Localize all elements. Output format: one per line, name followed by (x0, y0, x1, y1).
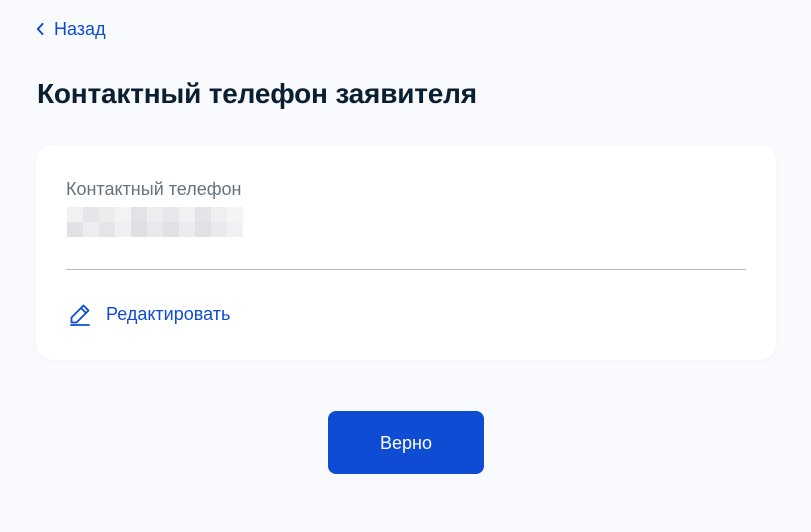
pencil-icon (70, 304, 90, 326)
edit-button-label: Редактировать (106, 304, 231, 324)
field-divider (66, 269, 746, 270)
phone-field-label: Контактный телефон (66, 179, 242, 199)
back-link-label: Назад (54, 19, 106, 39)
masked-phone-value (67, 207, 243, 237)
page-title: Контактный телефон заявителя (37, 78, 477, 109)
edit-button[interactable]: Редактировать (68, 302, 230, 326)
contact-phone-card: Контактный телефон Редактировать (36, 145, 776, 360)
chevron-left-icon (36, 23, 44, 35)
confirm-button[interactable]: Верно (328, 411, 484, 474)
back-link[interactable]: Назад (36, 17, 106, 41)
